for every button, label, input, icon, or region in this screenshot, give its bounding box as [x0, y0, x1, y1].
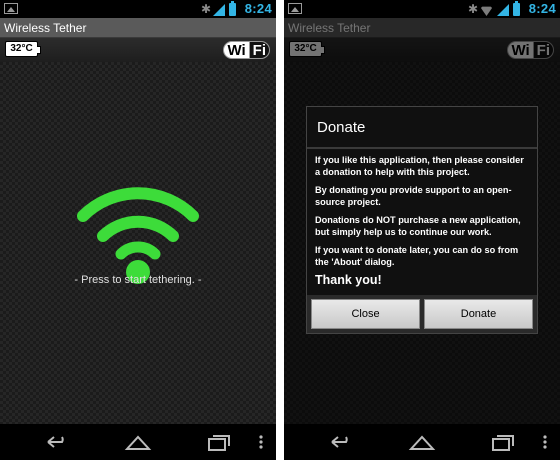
- status-time: 8:24: [244, 1, 272, 16]
- battery-temperature: 32°C: [5, 41, 41, 57]
- signal-icon: [213, 4, 225, 16]
- bluetooth-icon: ✱: [201, 2, 212, 16]
- battery-icon: [229, 1, 236, 16]
- dialog-paragraph: If you want to donate later, you can do …: [315, 245, 519, 267]
- wifi-status-icon: [480, 6, 493, 16]
- dialog-thanks: Thank you!: [315, 273, 382, 287]
- notification-image-icon: [4, 3, 18, 14]
- back-icon[interactable]: [44, 432, 70, 452]
- dialog-body: If you like this application, then pleas…: [307, 149, 537, 287]
- notification-image-icon: [288, 3, 302, 14]
- back-icon[interactable]: [328, 432, 354, 452]
- screenshot-root: ✱ 8:24 Wireless Tether 32°C Wi Fi - Pres…: [0, 0, 560, 460]
- dialog-title: Donate: [307, 107, 537, 149]
- start-tethering-hint: - Press to start tethering. -: [74, 274, 202, 286]
- app-toolbar: 32°C Wi Fi: [0, 38, 276, 62]
- recent-apps-icon[interactable]: [490, 432, 516, 452]
- wifi-logo-right: Fi: [249, 41, 270, 59]
- start-tethering-wifi-icon[interactable]: [73, 174, 203, 284]
- status-bar: ✱ 8:24: [284, 0, 560, 18]
- app-title-bar: Wireless Tether: [0, 18, 276, 38]
- status-bar: ✱ 8:24: [0, 0, 276, 18]
- phone-screen-main: ✱ 8:24 Wireless Tether 32°C Wi Fi - Pres…: [0, 0, 276, 460]
- battery-icon: [513, 1, 520, 16]
- recent-apps-icon[interactable]: [206, 432, 232, 452]
- close-button[interactable]: Close: [311, 299, 420, 329]
- status-time: 8:24: [528, 1, 556, 16]
- navigation-bar: [284, 424, 560, 460]
- overflow-menu-icon[interactable]: [542, 432, 548, 452]
- app-title: Wireless Tether: [4, 21, 87, 35]
- dialog-paragraph: Donations do NOT purchase a new applicat…: [315, 215, 521, 237]
- wifi-logo-left: Wi: [223, 41, 250, 59]
- donate-dialog: Donate If you like this application, the…: [306, 106, 538, 334]
- bluetooth-icon: ✱: [468, 2, 479, 16]
- overflow-menu-icon[interactable]: [258, 432, 264, 452]
- home-icon[interactable]: [124, 432, 152, 452]
- dialog-paragraph: By donating you provide support to an op…: [315, 185, 512, 207]
- navigation-bar: [0, 424, 276, 460]
- dialog-paragraph: If you like this application, then pleas…: [315, 155, 524, 177]
- signal-icon: [497, 4, 509, 16]
- dialog-buttons: Close Donate: [307, 295, 537, 333]
- phone-screen-dialog: ✱ 8:24 Wireless Tether 32°C Wi Fi - Pres…: [284, 0, 560, 460]
- donate-button[interactable]: Donate: [424, 299, 533, 329]
- wifi-logo: Wi Fi: [223, 40, 270, 60]
- main-content: - Press to start tethering. -: [0, 62, 276, 424]
- home-icon[interactable]: [408, 432, 436, 452]
